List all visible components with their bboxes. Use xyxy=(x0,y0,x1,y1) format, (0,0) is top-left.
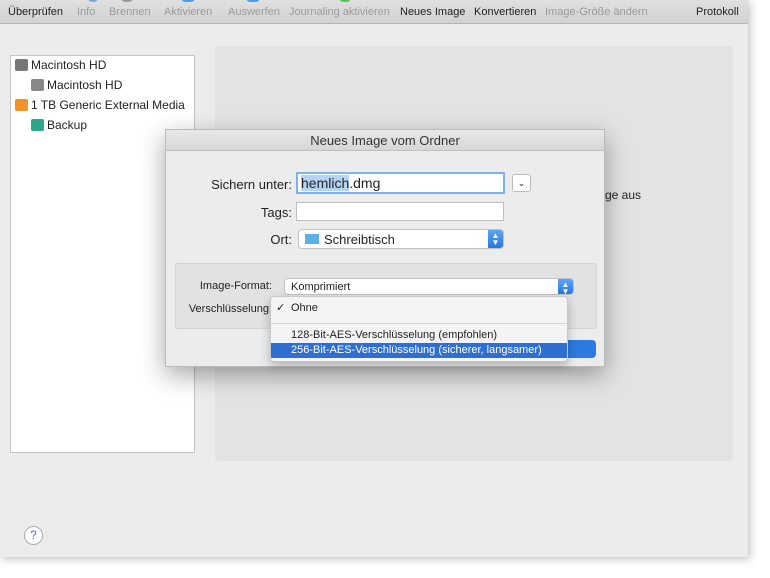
help-button[interactable]: ? xyxy=(24,526,43,545)
location-label: Ort: xyxy=(270,232,292,247)
tags-label: Tags: xyxy=(260,205,292,220)
internal-disk-icon xyxy=(15,59,28,71)
eject-button[interactable]: Auswerfen xyxy=(228,6,280,18)
format-popup[interactable]: Komprimiert ▲ ▼ xyxy=(284,278,574,296)
info-button[interactable]: Info xyxy=(77,6,95,18)
menu-separator xyxy=(271,323,567,324)
location-value: Schreibtisch xyxy=(324,231,395,247)
sidebar-item-label: 1 TB Generic External Media xyxy=(31,98,185,112)
sidebar-item-volume[interactable]: Macintosh HD xyxy=(31,78,122,92)
save-as-label: Sichern unter: xyxy=(211,177,292,192)
toolbar: Überprüfen Info Brennen Aktivieren Auswe… xyxy=(0,0,748,24)
encryption-menu: ✓ Ohne 128-Bit-AES-Verschlüsselung (empfo… xyxy=(270,296,568,362)
menu-item-aes256[interactable]: 256-Bit-AES-Verschlüsselung (sicherer, l… xyxy=(271,343,567,358)
menu-item-label: 128-Bit-AES-Verschlüsselung (empfohlen) xyxy=(291,329,498,341)
sidebar-item-label: Macintosh HD xyxy=(31,58,107,72)
format-label: Image-Format: xyxy=(199,280,272,292)
convert-button[interactable]: Konvertieren xyxy=(474,6,536,18)
selected-text: hemlich xyxy=(301,175,350,191)
new-image-button[interactable]: Neues Image xyxy=(400,6,465,18)
save-as-field[interactable]: hemlich.dmg xyxy=(296,172,505,194)
pane-text: ge aus xyxy=(605,188,642,202)
info-icon xyxy=(87,0,99,2)
tags-field[interactable] xyxy=(296,202,504,221)
menu-item-label: 256-Bit-AES-Verschlüsselung (sicherer, l… xyxy=(291,344,542,356)
menu-item-aes128[interactable]: 128-Bit-AES-Verschlüsselung (empfohlen) xyxy=(271,328,567,343)
sidebar-item-backup[interactable]: Backup xyxy=(31,118,87,132)
filename-extension: .dmg xyxy=(349,175,381,191)
sidebar-item-disk[interactable]: Macintosh HD xyxy=(15,58,106,72)
verify-button[interactable]: Überprüfen xyxy=(8,6,63,18)
encryption-label: Verschlüsselung: xyxy=(188,303,272,315)
sidebar-item-external-disk[interactable]: 1 TB Generic External Media xyxy=(15,98,185,112)
sidebar-item-label: Macintosh HD xyxy=(47,78,123,92)
updown-arrows-icon: ▲ ▼ xyxy=(488,230,503,248)
eject-icon xyxy=(245,0,261,2)
mount-button[interactable]: Aktivieren xyxy=(164,6,212,18)
volume-icon xyxy=(31,79,44,91)
menu-item-none[interactable]: ✓ Ohne xyxy=(271,301,567,316)
location-popup[interactable]: Schreibtisch ▲ ▼ xyxy=(298,229,504,249)
burn-icon xyxy=(120,0,134,2)
format-value: Komprimiert xyxy=(291,280,351,293)
folder-icon xyxy=(305,234,319,244)
time-machine-volume-icon xyxy=(31,119,44,131)
sidebar-item-label: Backup xyxy=(47,118,88,132)
burn-button[interactable]: Brennen xyxy=(109,6,151,18)
updown-arrows-icon: ▲ ▼ xyxy=(558,279,573,296)
external-disk-icon xyxy=(15,99,28,111)
journaling-icon xyxy=(338,0,352,2)
mount-icon xyxy=(180,0,196,2)
resize-image-button[interactable]: Image-Größe ändern xyxy=(545,6,648,18)
menu-item-label: Ohne xyxy=(291,302,318,314)
dialog-title: Neues Image vom Ordner xyxy=(166,130,604,151)
log-button[interactable]: Protokoll xyxy=(696,6,739,18)
enable-journaling-button[interactable]: Journaling aktivieren xyxy=(289,6,390,18)
chevron-down-icon: ⌄ xyxy=(517,178,526,188)
expand-dialog-button[interactable]: ⌄ xyxy=(512,174,531,192)
checkmark-icon: ✓ xyxy=(276,302,286,314)
